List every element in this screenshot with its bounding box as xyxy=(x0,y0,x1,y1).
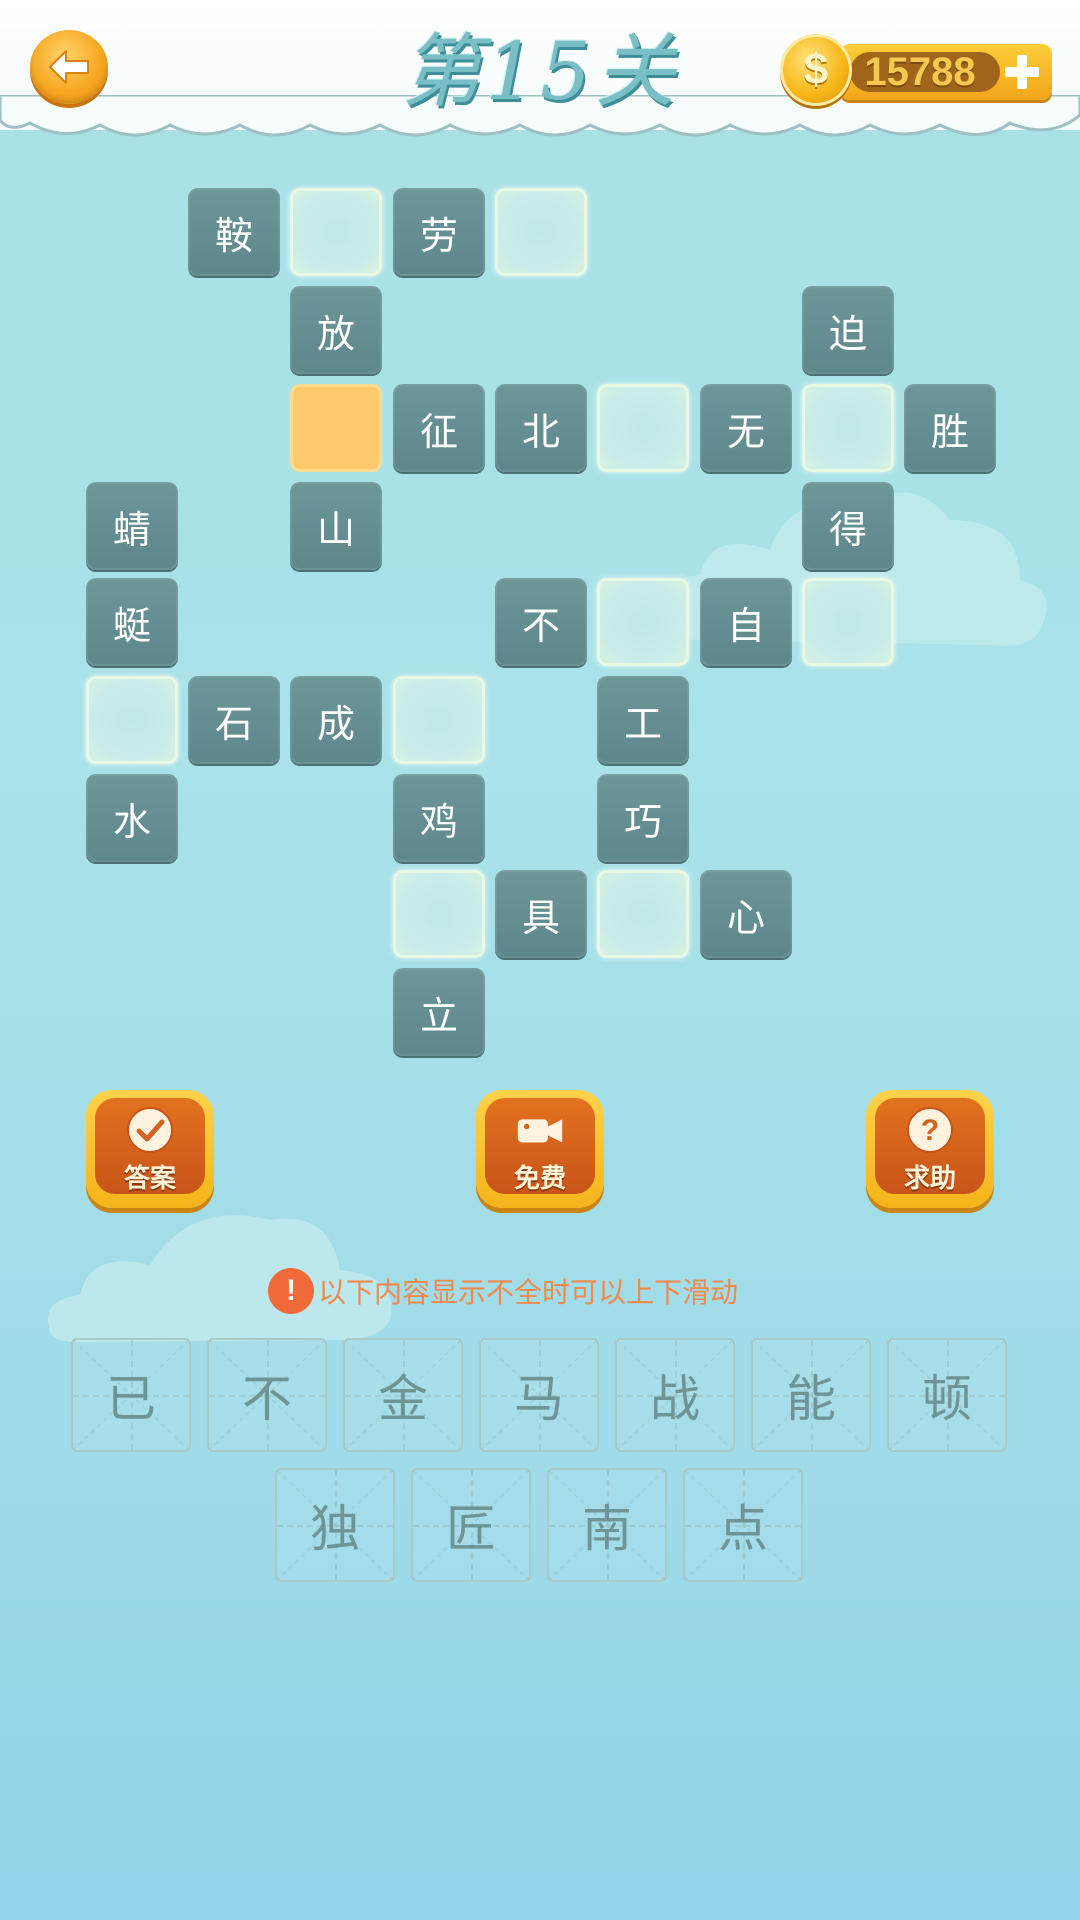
plus-icon xyxy=(1005,55,1039,89)
help-button[interactable]: ? 求助 xyxy=(866,1090,994,1208)
grid-cell[interactable] xyxy=(597,870,689,958)
grid-cell[interactable]: 心 xyxy=(700,870,792,958)
grid-cell[interactable] xyxy=(597,384,689,472)
add-coins-button[interactable] xyxy=(1000,50,1044,94)
choice-tile[interactable]: 金 xyxy=(343,1338,463,1452)
question-icon: ? xyxy=(907,1107,953,1153)
grid-cell[interactable]: 成 xyxy=(290,676,382,764)
free-label: 免费 xyxy=(513,1164,566,1194)
grid-cell[interactable]: 工 xyxy=(597,676,689,764)
svg-text:?: ? xyxy=(921,1114,939,1147)
choice-tile[interactable]: 不 xyxy=(207,1338,327,1452)
answer-label: 答案 xyxy=(123,1164,176,1194)
grid-cell[interactable]: 立 xyxy=(393,968,485,1056)
grid-cell[interactable]: 得 xyxy=(802,482,894,570)
coin-value: 15788 xyxy=(864,50,976,94)
grid-cell[interactable] xyxy=(290,384,382,472)
scroll-notice: ! 以下内容显示不全时可以上下滑动 xyxy=(268,1268,828,1314)
grid-cell[interactable]: 放 xyxy=(290,286,382,374)
grid-cell[interactable] xyxy=(393,676,485,764)
help-label: 求助 xyxy=(903,1164,956,1194)
choice-tile[interactable]: 战 xyxy=(615,1338,735,1452)
grid-cell[interactable] xyxy=(495,188,587,276)
grid-cell[interactable] xyxy=(597,578,689,666)
grid-cell[interactable]: 胜 xyxy=(904,384,996,472)
grid-cell[interactable]: 劳 xyxy=(393,188,485,276)
video-camera-icon xyxy=(517,1119,563,1143)
choice-tile[interactable]: 点 xyxy=(683,1468,803,1582)
grid-cell[interactable]: 具 xyxy=(495,870,587,958)
choice-tile[interactable]: 能 xyxy=(751,1338,871,1452)
grid-cell[interactable]: 鞍 xyxy=(188,188,280,276)
grid-cell[interactable] xyxy=(290,188,382,276)
back-button[interactable] xyxy=(30,30,108,104)
grid-cell[interactable]: 自 xyxy=(700,578,792,666)
coin-icon: $ xyxy=(780,34,852,106)
grid-cell[interactable] xyxy=(802,384,894,472)
grid-cell[interactable]: 北 xyxy=(495,384,587,472)
grid-cell[interactable]: 迫 xyxy=(802,286,894,374)
grid-cell[interactable]: 水 xyxy=(86,774,178,862)
grid-cell[interactable]: 鸡 xyxy=(393,774,485,862)
grid-cell[interactable] xyxy=(802,578,894,666)
warning-icon: ! xyxy=(268,1268,314,1314)
grid-cell[interactable]: 蜻 xyxy=(86,482,178,570)
grid-cell[interactable]: 巧 xyxy=(597,774,689,862)
notice-text: 以下内容显示不全时可以上下滑动 xyxy=(318,1276,739,1309)
grid-cell[interactable]: 无 xyxy=(700,384,792,472)
choice-tile[interactable]: 独 xyxy=(275,1468,395,1582)
grid-cell[interactable]: 征 xyxy=(393,384,485,472)
grid-cell[interactable] xyxy=(86,676,178,764)
grid-cell[interactable] xyxy=(393,870,485,958)
choice-tile[interactable]: 已 xyxy=(71,1338,191,1452)
grid-cell[interactable]: 蜓 xyxy=(86,578,178,666)
level-title: 第15关 xyxy=(401,25,679,118)
grid-cell[interactable]: 石 xyxy=(188,676,280,764)
choice-tile[interactable]: 南 xyxy=(547,1468,667,1582)
free-video-button[interactable]: 免费 xyxy=(476,1090,604,1208)
back-arrow-icon xyxy=(49,50,89,84)
grid-cell[interactable]: 不 xyxy=(495,578,587,666)
answer-button[interactable]: 答案 xyxy=(86,1090,214,1208)
checkmark-icon xyxy=(127,1107,173,1153)
choice-tile[interactable]: 匠 xyxy=(411,1468,531,1582)
grid-cell[interactable]: 山 xyxy=(290,482,382,570)
choice-tile[interactable]: 顿 xyxy=(887,1338,1007,1452)
choice-tile[interactable]: 马 xyxy=(479,1338,599,1452)
